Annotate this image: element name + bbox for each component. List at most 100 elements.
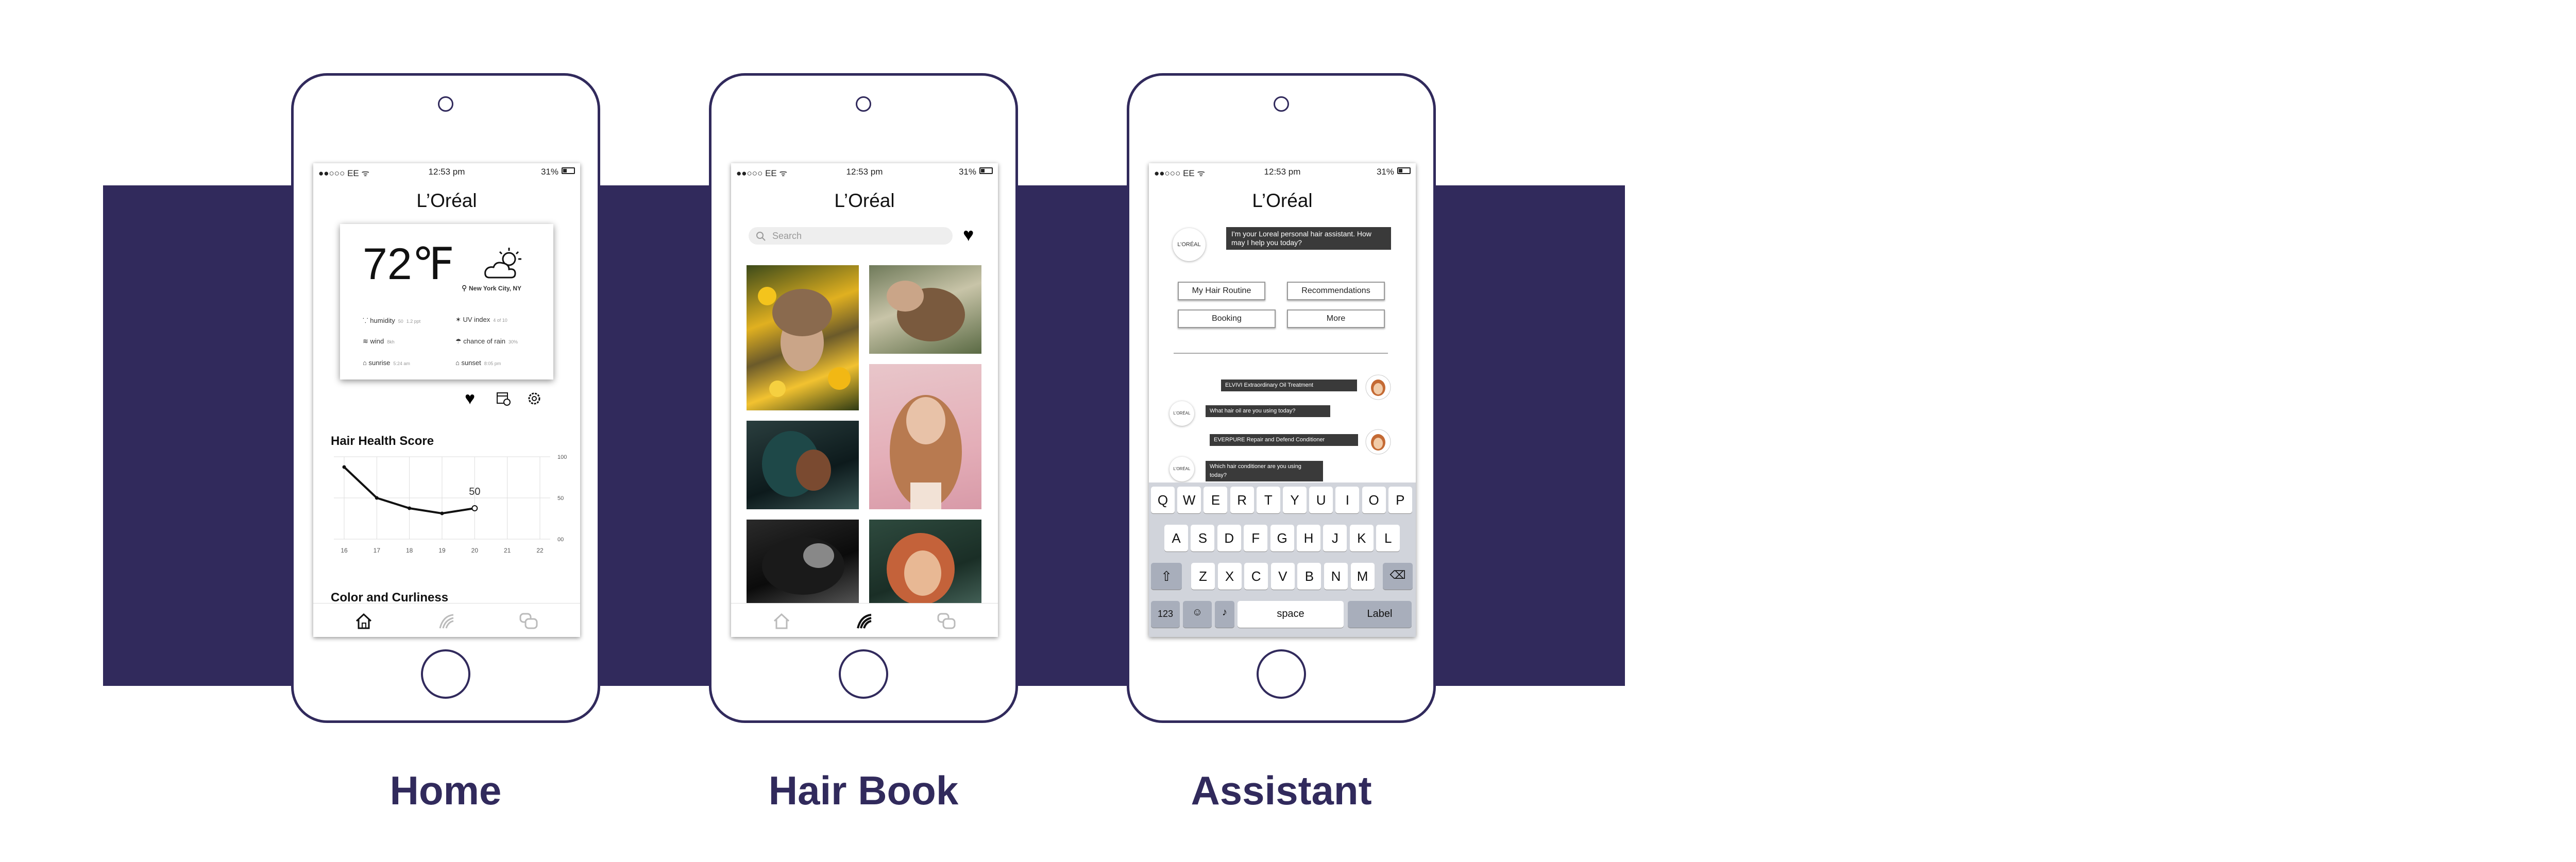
data-point	[408, 506, 412, 510]
emoji-key-icon[interactable]: ☺	[1183, 601, 1212, 628]
key-a[interactable]: A	[1164, 525, 1188, 551]
x-tick-label: 20	[471, 547, 479, 554]
booking-button[interactable]: Booking	[1178, 309, 1276, 328]
more-button[interactable]: More	[1287, 309, 1385, 328]
key-w[interactable]: W	[1177, 487, 1201, 513]
hair-photo-6[interactable]	[869, 520, 981, 608]
wind-icon: ≋	[363, 337, 370, 345]
home-button[interactable]	[1257, 649, 1306, 699]
phone-assistant: ●●○○○ EE ᯤ 12:53 pm 31% L’Oréal L’ORÉAL …	[1127, 73, 1436, 723]
sun-icon: ✶	[455, 316, 463, 323]
battery-icon	[562, 167, 575, 174]
greeting-bubble: I'm your Loreal personal hair assistant.…	[1226, 227, 1391, 250]
key-i[interactable]: I	[1335, 487, 1360, 513]
chat-message-user-2: EVERPURE Repair and Defend Conditioner	[1210, 434, 1358, 446]
label-key[interactable]: Label	[1348, 601, 1412, 628]
key-k[interactable]: K	[1349, 525, 1374, 551]
uv-row: ✶ UV index 4 of 10	[455, 316, 507, 323]
hair-health-title: Hair Health Score	[331, 434, 434, 448]
home-tab-icon[interactable]	[771, 611, 792, 631]
key-x[interactable]: X	[1217, 563, 1242, 590]
battery-percent: 31%	[1376, 167, 1394, 177]
numbers-key[interactable]: 123	[1151, 601, 1180, 628]
key-b[interactable]: B	[1297, 563, 1321, 590]
battery-icon	[979, 167, 993, 174]
key-h[interactable]: H	[1297, 525, 1320, 551]
x-tick-label: 21	[504, 547, 511, 554]
key-d[interactable]: D	[1217, 525, 1241, 551]
hairbook-tab-icon[interactable]	[436, 611, 456, 631]
rain-row: ☂ chance of rain 30%	[455, 337, 518, 345]
my-hair-routine-button[interactable]: My Hair Routine	[1178, 282, 1265, 300]
battery-percent: 31%	[540, 167, 558, 177]
data-point	[440, 511, 444, 515]
data-point	[471, 505, 478, 511]
key-v[interactable]: V	[1270, 563, 1295, 590]
humidity-row: ⸪ humidity 50 1.2 ppt	[363, 317, 421, 324]
key-u[interactable]: U	[1309, 487, 1333, 513]
front-camera	[856, 96, 871, 112]
key-p[interactable]: P	[1388, 487, 1412, 513]
recommendations-button[interactable]: Recommendations	[1287, 282, 1385, 300]
hair-photo-2[interactable]	[869, 265, 981, 354]
caption-hairbook: Hair Book	[768, 768, 959, 813]
y-tick-label: 50	[557, 495, 564, 502]
mockup-stage: ●●○○○ EE ᯤ 12:53 pm 31% L’Oréal 72℉ ⚲ Ne…	[0, 0, 2576, 862]
umbrella-icon: ☂	[455, 337, 464, 345]
sunrise-icon: ⌂	[363, 359, 369, 367]
key-t[interactable]: T	[1256, 487, 1280, 513]
status-time: 12:53 pm	[846, 167, 883, 177]
location-pin-icon: ⚲	[462, 284, 467, 292]
hairbook-screen: ●●○○○ EE ᯤ 12:53 pm 31% L’Oréal Search ♥	[731, 163, 998, 637]
key-g[interactable]: G	[1270, 525, 1294, 551]
caption-assistant: Assistant	[1191, 768, 1372, 813]
space-key[interactable]: space	[1238, 601, 1344, 628]
battery-icon	[1397, 167, 1411, 174]
key-c[interactable]: C	[1244, 563, 1268, 590]
microphone-key-icon[interactable]: ♪	[1215, 601, 1234, 628]
hairbook-tab-icon[interactable]	[854, 611, 874, 631]
backspace-key-icon[interactable]: ⌫	[1383, 563, 1413, 590]
shift-key-icon[interactable]: ⇧	[1151, 563, 1182, 590]
home-tab-icon[interactable]	[353, 611, 374, 631]
key-j[interactable]: J	[1323, 525, 1347, 551]
key-l[interactable]: L	[1376, 525, 1400, 551]
hair-photo-4[interactable]	[747, 421, 859, 509]
key-q[interactable]: Q	[1151, 487, 1175, 513]
key-o[interactable]: O	[1362, 487, 1386, 513]
gear-icon[interactable]	[527, 391, 542, 406]
hair-photo-5[interactable]	[747, 520, 859, 608]
humidity-icon: ⸪	[363, 317, 370, 324]
chat-message-bot-1: What hair oil are you using today?	[1206, 405, 1330, 417]
key-z[interactable]: Z	[1191, 563, 1215, 590]
heart-icon[interactable]: ♥	[465, 389, 475, 409]
key-m[interactable]: M	[1350, 563, 1375, 590]
data-point	[375, 496, 379, 500]
home-screen: ●●○○○ EE ᯤ 12:53 pm 31% L’Oréal 72℉ ⚲ Ne…	[313, 163, 580, 637]
loreal-avatar: L’ORÉAL	[1170, 401, 1194, 426]
key-f[interactable]: F	[1244, 525, 1268, 551]
home-button[interactable]	[839, 649, 888, 699]
status-time: 12:53 pm	[1264, 167, 1301, 177]
x-tick-label: 16	[341, 547, 348, 554]
home-button[interactable]	[421, 649, 470, 699]
status-time: 12:53 pm	[428, 167, 465, 177]
key-s[interactable]: S	[1191, 525, 1215, 551]
heart-icon[interactable]: ♥	[963, 224, 974, 246]
key-y[interactable]: Y	[1283, 487, 1307, 513]
loreal-avatar: L’ORÉAL	[1173, 228, 1206, 261]
key-e[interactable]: E	[1204, 487, 1228, 513]
hair-photo-1[interactable]	[747, 265, 859, 410]
calendar-icon[interactable]	[496, 391, 511, 406]
status-bar: ●●○○○ EE ᯤ 12:53 pm 31%	[1149, 163, 1416, 179]
key-r[interactable]: R	[1230, 487, 1254, 513]
assistant-tab-icon[interactable]	[518, 611, 539, 631]
key-n[interactable]: N	[1324, 563, 1348, 590]
assistant-tab-icon[interactable]	[936, 611, 957, 631]
y-tick-label: 00	[557, 537, 564, 543]
user-avatar	[1365, 429, 1391, 455]
search-input[interactable]: Search	[749, 227, 953, 245]
chat-message-user-1: ELVIVI Extraordinary Oil Treatment	[1221, 380, 1357, 391]
loreal-avatar: L’ORÉAL	[1170, 457, 1194, 481]
hair-photo-3[interactable]	[869, 364, 981, 509]
